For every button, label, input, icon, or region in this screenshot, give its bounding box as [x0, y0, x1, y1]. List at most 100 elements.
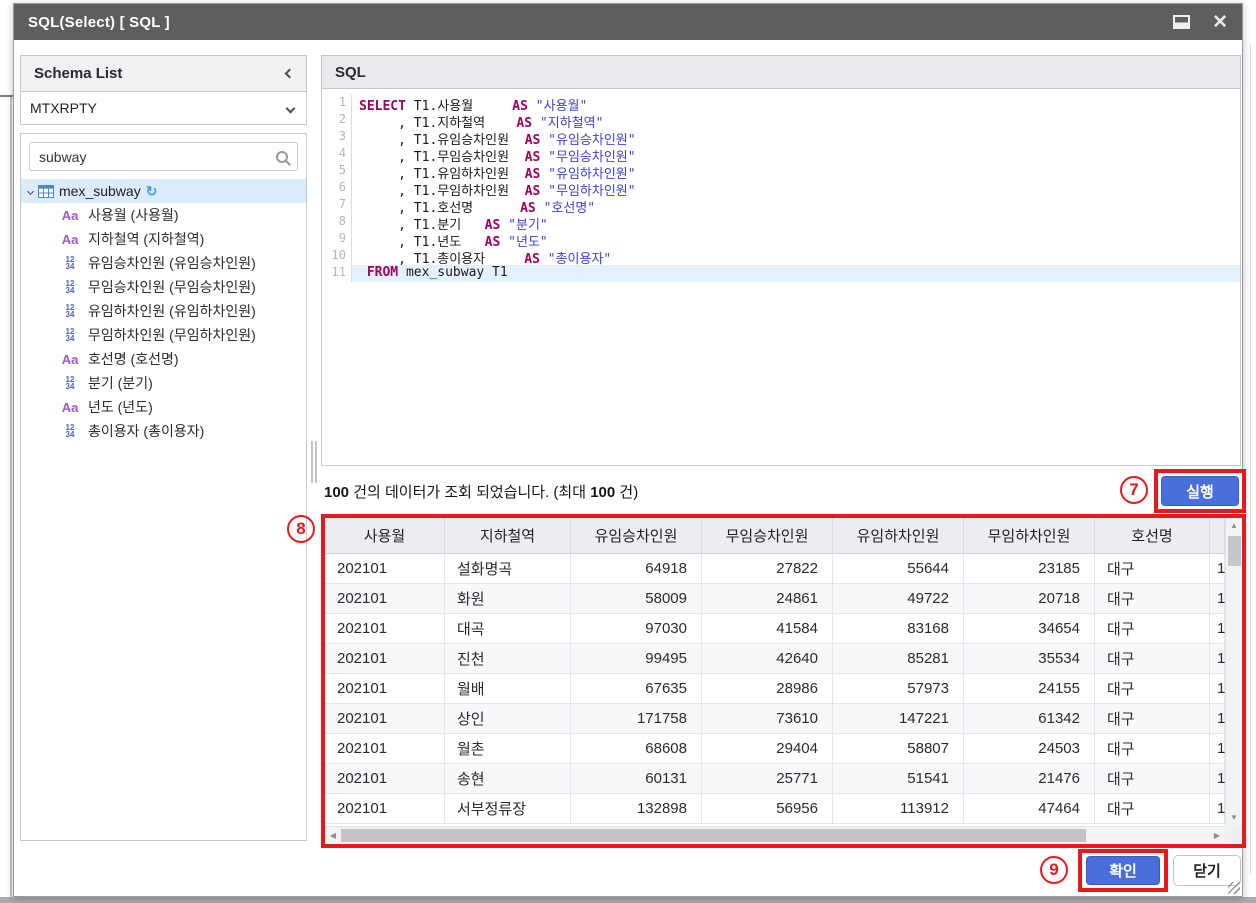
scroll-up-icon[interactable]: ▲: [1226, 518, 1242, 534]
result-table-row[interactable]: 202101상인1717587361014722161342대구1: [325, 704, 1225, 734]
result-table-header-cell[interactable]: 지하철역: [445, 518, 571, 554]
schema-select-value: MTXRPTY: [30, 100, 97, 116]
annotation-circle-8: 8: [287, 515, 315, 543]
result-table-cell: 29404: [702, 734, 833, 764]
panel-splitter[interactable]: [311, 441, 318, 483]
result-table-header-cell[interactable]: 호선명: [1095, 518, 1210, 554]
chevron-down-icon: [286, 103, 296, 113]
schema-search-input[interactable]: [39, 149, 276, 165]
line-number: 9: [322, 231, 352, 248]
tree-column-item[interactable]: Aa사용월 (사용월): [21, 203, 306, 227]
schema-tree: mex_subway ↻ Aa사용월 (사용월)Aa지하철역 (지하철역)123…: [21, 179, 306, 443]
background-window-edge: [1250, 44, 1251, 874]
text-column-icon: Aa: [61, 208, 79, 223]
result-table-cell: 64918: [571, 554, 702, 584]
result-table-cell: 23185: [964, 554, 1095, 584]
result-table-row[interactable]: 202101서부정류장1328985695611391247464대구1: [325, 794, 1225, 824]
restore-icon[interactable]: [1173, 15, 1190, 29]
result-table-header-cell[interactable]: 무임하차인원: [964, 518, 1095, 554]
sql-code-editor[interactable]: 1SELECT T1.사용월 AS "사용월"2 , T1.지하철역 AS "지…: [322, 90, 1240, 465]
resize-grip[interactable]: [1228, 882, 1240, 894]
code-line: 11 FROM mex_subway T1: [322, 265, 1240, 282]
scroll-right-icon[interactable]: ▶: [1209, 827, 1225, 844]
code-line: 1SELECT T1.사용월 AS "사용월": [322, 95, 1240, 112]
result-table-row[interactable]: 202101화원58009248614972220718대구1: [325, 584, 1225, 614]
vertical-scroll-thumb[interactable]: [1228, 536, 1241, 566]
tree-column-item[interactable]: Aa지하철역 (지하철역): [21, 227, 306, 251]
result-table-cell: 202101: [325, 554, 445, 584]
result-table-row[interactable]: 202101송현60131257715154121476대구1: [325, 764, 1225, 794]
tree-column-label: 유임승차인원 (유임승차인원): [88, 253, 256, 273]
execute-button[interactable]: 실행: [1161, 476, 1239, 506]
tree-column-item[interactable]: 1234무임승차인원 (무임승차인원): [21, 275, 306, 299]
tree-column-item[interactable]: 1234유임하차인원 (유임하차인원): [21, 299, 306, 323]
line-number: 3: [322, 129, 352, 146]
query-status-text: 100 건의 데이터가 조회 되었습니다. (최대 100 건): [324, 481, 638, 502]
result-table-row[interactable]: 202101월촌68608294045880724503대구1: [325, 734, 1225, 764]
result-table-cell: 67635: [571, 674, 702, 704]
tree-column-item[interactable]: 1234분기 (분기): [21, 371, 306, 395]
result-table-header-cell[interactable]: 유임승차인원: [571, 518, 702, 554]
sql-select-dialog: SQL(Select) [ SQL ] ✕ Schema List MTXRPT…: [13, 3, 1243, 897]
code-line: 5 , T1.유임하차인원 AS "유임하차인원": [322, 163, 1240, 180]
number-column-icon: 1234: [61, 256, 79, 270]
result-table-cell: 202101: [325, 674, 445, 704]
result-table-cell: 화원: [445, 584, 571, 614]
scroll-down-icon[interactable]: ▼: [1226, 810, 1242, 826]
result-table-row[interactable]: 202101설화명곡64918278225564423185대구1: [325, 554, 1225, 584]
line-number: 1: [322, 95, 352, 112]
tree-column-item[interactable]: 1234 총이용자 (총이용자): [21, 419, 306, 443]
result-table-cell: 21476: [964, 764, 1095, 794]
ok-button[interactable]: 확인: [1086, 856, 1160, 885]
result-table-header-cell[interactable]: [1210, 518, 1225, 554]
sql-editor-panel: SQL 1SELECT T1.사용월 AS "사용월"2 , T1.지하철역 A…: [321, 55, 1241, 466]
close-icon[interactable]: ✕: [1212, 13, 1228, 32]
tree-column-item[interactable]: 1234 유임승차인원 (유임승차인원): [21, 251, 306, 275]
schema-select[interactable]: MTXRPTY: [20, 91, 307, 125]
collapse-panel-icon[interactable]: [285, 69, 295, 79]
tree-column-item[interactable]: 1234무임하차인원 (무임하차인원): [21, 323, 306, 347]
result-table-cell: 34654: [964, 614, 1095, 644]
result-table-cell: 27822: [702, 554, 833, 584]
horizontal-scrollbar[interactable]: ◀ ▶: [325, 826, 1225, 844]
dialog-titlebar[interactable]: SQL(Select) [ SQL ] ✕: [14, 4, 1242, 40]
tree-column-label: 총이용자 (총이용자): [88, 421, 204, 441]
result-table-cell: 24503: [964, 734, 1095, 764]
result-table-cell: 20718: [964, 584, 1095, 614]
result-table-header-cell[interactable]: 무임승차인원: [702, 518, 833, 554]
number-column-icon: 1234: [61, 424, 79, 438]
result-table-row[interactable]: 202101월배67635289865797324155대구1: [325, 674, 1225, 704]
result-table-cell: 147221: [833, 704, 964, 734]
tree-table-row[interactable]: mex_subway ↻: [21, 179, 306, 203]
line-number: 10: [322, 248, 352, 265]
result-table-header-cell[interactable]: 유임하차인원: [833, 518, 964, 554]
result-table-cell: 202101: [325, 614, 445, 644]
refresh-icon[interactable]: ↻: [146, 184, 158, 198]
tree-column-item[interactable]: Aa년도 (년도): [21, 395, 306, 419]
result-table-header-cell[interactable]: 사용월: [325, 518, 445, 554]
tree-column-label: 분기 (분기): [88, 373, 153, 393]
result-table-cell: 202101: [325, 794, 445, 824]
result-table-row[interactable]: 202101대곡97030415848316834654대구1: [325, 614, 1225, 644]
result-table-cell: 56956: [702, 794, 833, 824]
result-table-cell: 대구: [1095, 704, 1210, 734]
result-table-cell: 55644: [833, 554, 964, 584]
tree-expand-icon[interactable]: [27, 187, 34, 194]
result-table-cell: 대구: [1095, 614, 1210, 644]
table-name: mex_subway: [59, 183, 141, 199]
code-line: 6 , T1.무임하차인원 AS "무임하차인원": [322, 180, 1240, 197]
scroll-left-icon[interactable]: ◀: [325, 827, 341, 844]
horizontal-scroll-thumb[interactable]: [341, 829, 1086, 842]
line-number: 2: [322, 112, 352, 129]
text-column-icon: Aa: [61, 400, 79, 415]
tree-column-item[interactable]: Aa호선명 (호선명): [21, 347, 306, 371]
number-column-icon: 1234: [61, 304, 79, 318]
line-number: 8: [322, 214, 352, 231]
result-table-row[interactable]: 202101진천99495426408528135534대구1: [325, 644, 1225, 674]
result-table-cell: 35534: [964, 644, 1095, 674]
result-table-cell: 83168: [833, 614, 964, 644]
search-icon[interactable]: [276, 151, 288, 163]
result-table-cell: 25771: [702, 764, 833, 794]
table-icon: [38, 185, 54, 198]
vertical-scrollbar[interactable]: ▲ ▼: [1225, 518, 1242, 826]
